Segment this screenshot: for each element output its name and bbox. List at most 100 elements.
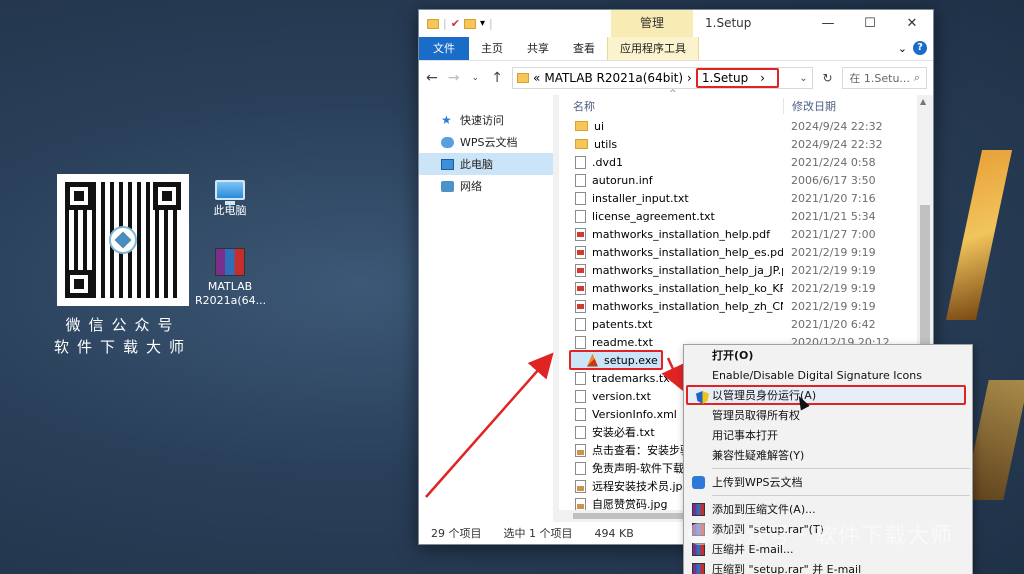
jpg-file-icon	[575, 443, 586, 457]
breadcrumb-current[interactable]: 1.Setup ›	[695, 68, 779, 88]
file-row[interactable]: mathworks_installation_help.pdf 2021/1/27…	[559, 225, 933, 243]
expand-ribbon-icon[interactable]: ⌄	[898, 42, 907, 55]
context-menu-item[interactable]: 上传到WPS云文档	[684, 472, 972, 492]
watermark: 公众号 · 软件下载大师	[688, 518, 953, 550]
file-name: ui	[594, 119, 605, 133]
refresh-icon[interactable]: ↻	[821, 71, 835, 85]
chevron-down-icon[interactable]: ⌄	[799, 73, 807, 84]
breadcrumb-separator[interactable]: ›	[687, 71, 692, 85]
properties-icon[interactable]: ✔	[451, 17, 460, 30]
file-row[interactable]: utils 2024/9/24 22:32	[559, 135, 933, 153]
doc-file-icon	[575, 389, 586, 403]
star-icon: ★	[441, 112, 452, 127]
context-menu-label: 兼容性疑难解答(Y)	[712, 449, 805, 462]
file-row[interactable]: patents.txt 2021/1/20 6:42	[559, 315, 933, 333]
up-arrow-icon[interactable]: ↑	[490, 70, 504, 86]
qr-finder	[153, 182, 181, 210]
nav-item-network[interactable]: 网络	[419, 175, 559, 197]
file-date: 2024/9/24 22:32	[791, 137, 883, 151]
chevron-down-icon[interactable]: ▾	[480, 18, 485, 29]
doc-file-icon	[575, 335, 586, 349]
desktop-icon-label: 此电脑	[213, 204, 247, 217]
file-row[interactable]: .dvd1 2021/2/24 0:58	[559, 153, 933, 171]
breadcrumb-current-label: 1.Setup	[701, 71, 749, 85]
nav-item-quick-access[interactable]: ★ 快速访问	[419, 109, 559, 131]
search-icon: ⌕	[913, 71, 921, 84]
tab-manage[interactable]: 管理	[611, 10, 693, 37]
doc-file-icon	[575, 461, 586, 475]
back-arrow-icon[interactable]: ←	[425, 70, 439, 86]
search-input[interactable]: 在 1.Setu... ⌕	[842, 67, 927, 89]
file-row[interactable]: autorun.inf 2006/6/17 3:50	[559, 171, 933, 189]
maximize-button[interactable]: ☐	[849, 10, 891, 37]
file-name: 远程安装技术员.jpg	[592, 480, 690, 493]
context-menu-item[interactable]: 压缩到 "setup.rar" 并 E-mail	[684, 559, 972, 574]
tab-share[interactable]: 共享	[515, 37, 561, 60]
doc-file-icon	[575, 155, 586, 169]
file-name: mathworks_installation_help_ja_JP.pdf	[592, 263, 783, 277]
file-name: patents.txt	[592, 317, 653, 331]
file-name: license_agreement.txt	[592, 209, 715, 223]
breadcrumb-parent[interactable]: MATLAB R2021a(64bit)	[544, 71, 683, 85]
file-row[interactable]: mathworks_installation_help_ja_JP.pdf 202…	[559, 261, 933, 279]
nav-item-label: 网络	[460, 180, 482, 193]
column-header-date[interactable]: 修改日期	[783, 98, 836, 114]
context-menu-item[interactable]: 添加到压缩文件(A)...	[684, 499, 972, 519]
scroll-up-icon[interactable]: ▲	[920, 97, 926, 106]
quick-access-toolbar: | ✔ ▾ |	[419, 17, 493, 30]
qr-caption-line1: 微信公众号	[65, 316, 181, 334]
file-row[interactable]: ui 2024/9/24 22:32	[559, 117, 933, 135]
nav-item-label: 快速访问	[460, 114, 504, 127]
desktop-wallpaper-accent	[945, 150, 1013, 320]
file-row[interactable]: license_agreement.txt 2021/1/21 5:34	[559, 207, 933, 225]
context-menu-label: 压缩到 "setup.rar" 并 E-mail	[712, 563, 862, 574]
tab-file[interactable]: 文件	[419, 37, 469, 60]
pdf-file-icon	[575, 263, 586, 277]
new-folder-icon[interactable]	[463, 18, 476, 29]
recent-locations-icon[interactable]: ⌄	[469, 73, 483, 83]
qr-caption-line2: 软件下载大师	[53, 338, 192, 356]
context-menu-item[interactable]: 管理员取得所有权	[684, 405, 972, 425]
breadcrumb-separator: ›	[760, 71, 765, 85]
minimize-button[interactable]: —	[807, 10, 849, 37]
context-menu-label: 用记事本打开	[712, 429, 778, 442]
file-date: 2021/1/27 7:00	[791, 227, 876, 241]
column-header-name[interactable]: 名称	[559, 98, 783, 114]
file-name-cell: setup.exe	[569, 350, 663, 370]
tab-home[interactable]: 主页	[469, 37, 515, 60]
window-title: 1.Setup	[705, 16, 752, 30]
winrar-archive-icon	[215, 248, 245, 276]
context-menu-item[interactable]: Enable/Disable Digital Signature Icons	[684, 365, 972, 385]
file-row[interactable]: installer_input.txt 2021/1/20 7:16	[559, 189, 933, 207]
file-date: 2024/9/24 22:32	[791, 119, 883, 133]
file-row[interactable]: mathworks_installation_help_es.pdf 2021/2…	[559, 243, 933, 261]
jpg-file-icon	[575, 497, 586, 511]
address-overflow[interactable]: «	[533, 71, 540, 85]
column-headers: ^ 名称 修改日期	[559, 89, 933, 117]
file-name-cell: .dvd1	[559, 155, 783, 169]
context-menu-item[interactable]: 兼容性疑难解答(Y)	[684, 445, 972, 465]
desktop-icon-matlab-archive[interactable]: MATLAB R2021a(64...	[195, 248, 266, 308]
file-name: mathworks_installation_help_ko_KR.pdf	[592, 281, 783, 295]
title-bar[interactable]: | ✔ ▾ | 管理 1.Setup — ☐ ✕	[419, 10, 933, 37]
file-name-cell: mathworks_installation_help_ja_JP.pdf	[559, 263, 783, 277]
close-button[interactable]: ✕	[891, 10, 933, 37]
file-name: autorun.inf	[592, 173, 653, 187]
context-menu-item[interactable]: 以管理员身份运行(A)	[686, 385, 966, 405]
nav-item-this-pc[interactable]: 此电脑	[419, 153, 559, 175]
address-bar[interactable]: « MATLAB R2021a(64bit) › 1.Setup › ⌄	[512, 67, 813, 89]
qr-code	[57, 174, 189, 306]
desktop-icon-this-pc[interactable]: 此电脑	[195, 180, 265, 218]
file-row[interactable]: mathworks_installation_help_zh_CN.pdf 202…	[559, 297, 933, 315]
tab-view[interactable]: 查看	[561, 37, 607, 60]
context-menu-item[interactable]: 打开(O)	[684, 345, 972, 365]
file-row[interactable]: mathworks_installation_help_ko_KR.pdf 202…	[559, 279, 933, 297]
file-name-cell: installer_input.txt	[559, 191, 783, 205]
context-menu-item[interactable]: 用记事本打开	[684, 425, 972, 445]
help-icon[interactable]: ?	[913, 41, 927, 55]
nav-item-wps-cloud[interactable]: WPS云文档	[419, 131, 559, 153]
selection-count: 选中 1 个项目	[503, 527, 573, 540]
tab-application-tools[interactable]: 应用程序工具	[607, 37, 699, 60]
forward-arrow-icon[interactable]: →	[447, 70, 461, 86]
file-name: installer_input.txt	[592, 191, 689, 205]
